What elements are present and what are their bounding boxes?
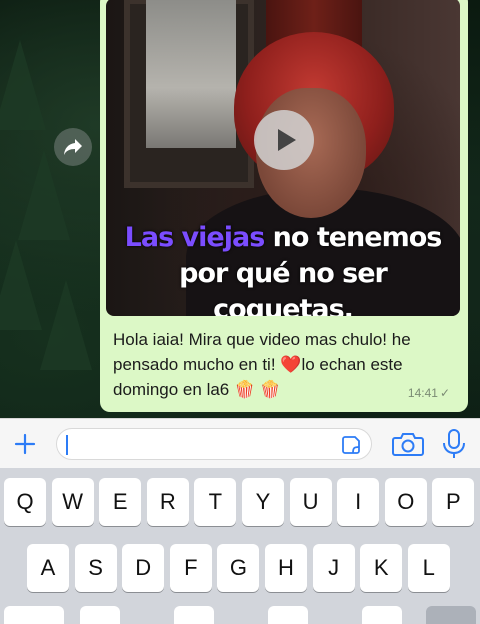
sticker-icon[interactable] — [341, 435, 361, 455]
key-g[interactable]: G — [217, 544, 260, 592]
chat-background: Las viejas no tenemos por qué no ser coq… — [0, 0, 480, 418]
background-tree — [40, 280, 92, 370]
play-button[interactable] — [254, 110, 314, 170]
message-text: Hola iaia! Mira que video mas chulo! he … — [113, 327, 453, 402]
caption-line-1-rest: no tenemos — [264, 222, 443, 253]
message-bubble[interactable]: Las viejas no tenemos por qué no ser coq… — [100, 0, 468, 412]
popcorn-emojis: 🍿 🍿 — [233, 380, 282, 399]
backspace-key[interactable] — [426, 606, 476, 624]
message-meta: 14:41 ✓ — [408, 386, 450, 400]
shift-key[interactable] — [4, 606, 64, 624]
message-time: 14:41 — [407, 386, 438, 400]
key-c[interactable] — [174, 606, 214, 624]
caption-highlight: Las viejas — [124, 222, 266, 253]
keyboard: QWERTYUIOP ASDFGHJKL — [0, 468, 480, 624]
key-k[interactable]: K — [360, 544, 403, 592]
key-f[interactable]: F — [169, 544, 212, 592]
background-tree — [0, 240, 42, 330]
single-check-icon: ✓ — [439, 386, 450, 400]
background-tree — [18, 150, 70, 240]
message-input-bar — [0, 418, 480, 468]
key-j[interactable]: J — [312, 544, 355, 592]
microphone-icon[interactable] — [440, 429, 468, 459]
caption-line-1: Las viejas no tenemos — [106, 220, 460, 256]
key-w[interactable]: W — [51, 478, 94, 526]
key-z[interactable] — [80, 606, 120, 624]
video-thumbnail[interactable]: Las viejas no tenemos por qué no ser coq… — [106, 0, 460, 316]
forward-icon — [64, 139, 82, 155]
key-l[interactable]: L — [407, 544, 450, 592]
video-scene-glass — [146, 0, 236, 148]
key-s[interactable]: S — [74, 544, 117, 592]
background-tree — [0, 40, 46, 130]
plus-icon — [14, 433, 36, 455]
key-e[interactable]: E — [99, 478, 142, 526]
message-input[interactable] — [56, 428, 372, 460]
key-i[interactable]: I — [337, 478, 380, 526]
key-d[interactable]: D — [122, 544, 165, 592]
key-h[interactable]: H — [265, 544, 307, 592]
key-m[interactable] — [362, 606, 402, 624]
key-q[interactable]: Q — [4, 478, 46, 526]
caption-line-2: por qué no ser coquetas. — [179, 258, 388, 316]
key-p[interactable]: P — [432, 478, 475, 526]
key-y[interactable]: Y — [242, 478, 284, 526]
camera-icon[interactable] — [392, 431, 424, 457]
heart-emoji: ❤️ — [280, 355, 302, 374]
key-t[interactable]: T — [194, 478, 237, 526]
key-a[interactable]: A — [27, 544, 69, 592]
key-r[interactable]: R — [146, 478, 189, 526]
text-cursor — [66, 435, 68, 455]
attach-button[interactable] — [10, 429, 40, 459]
forward-button[interactable] — [54, 128, 92, 166]
video-caption: Las viejas no tenemos por qué no ser coq… — [106, 220, 460, 316]
key-b[interactable] — [268, 606, 308, 624]
play-icon — [277, 129, 296, 151]
key-u[interactable]: U — [289, 478, 332, 526]
key-o[interactable]: O — [384, 478, 427, 526]
